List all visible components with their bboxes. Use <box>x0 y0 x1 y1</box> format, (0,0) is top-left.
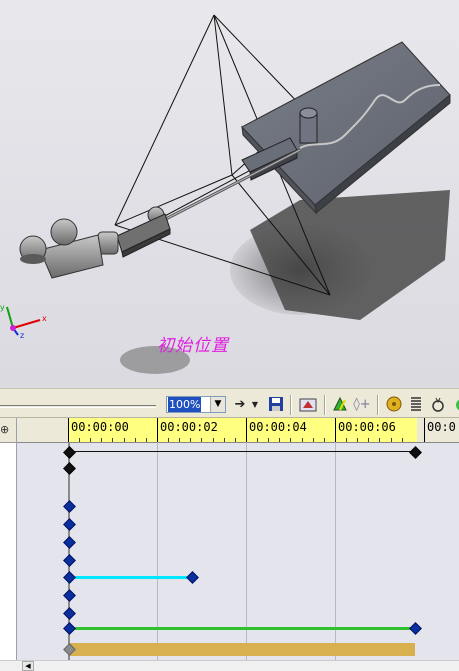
axis-label-z: z <box>20 331 24 340</box>
position-caption: 初始位置 <box>157 336 229 356</box>
arrow-right-icon[interactable]: ➔ <box>230 396 250 414</box>
scene-drawing: x y z <box>0 14 451 374</box>
ruler-label-2: 00:00:02 <box>160 420 218 434</box>
graphics-viewport[interactable]: x y z 初始位置 <box>0 0 459 388</box>
keyframe[interactable] <box>63 462 76 475</box>
motor-icon[interactable] <box>384 396 404 414</box>
tree-header: ⊕ <box>0 418 16 443</box>
keyframe[interactable] <box>63 554 76 567</box>
tree-column: ⊕ <box>0 418 17 660</box>
keyframe[interactable] <box>409 622 422 635</box>
zoom-value: 100% <box>168 397 202 412</box>
time-ruler[interactable]: 00:00:00 00:00:02 00:00:04 00:00:06 <box>68 418 417 443</box>
animation-wizard-icon[interactable] <box>298 396 318 414</box>
slider-track[interactable] <box>0 405 156 406</box>
ruler-label-8: 00:0 <box>427 420 456 434</box>
dropdown-arrow-icon[interactable]: ▼ <box>250 396 260 414</box>
camera-model <box>19 206 171 279</box>
zoom-select[interactable]: 100% ▼ <box>166 396 226 413</box>
contact-icon[interactable] <box>428 396 448 414</box>
animation-toolbar: 100% ▼ ➔ ▼ ◊+ <box>0 388 459 418</box>
autokey-icon[interactable] <box>330 396 350 414</box>
add-key-icon[interactable]: ◊+ <box>352 396 372 414</box>
ruler-label-4: 00:00:04 <box>249 420 307 434</box>
keyframe[interactable] <box>409 446 422 459</box>
track-bar-green[interactable] <box>70 627 415 630</box>
keyframe[interactable] <box>63 607 76 620</box>
track-bar-cyan[interactable] <box>70 576 192 579</box>
chevron-down-icon[interactable]: ▼ <box>210 397 225 412</box>
keyframe[interactable] <box>63 571 76 584</box>
keyframe[interactable] <box>63 536 76 549</box>
keyframe[interactable] <box>186 571 199 584</box>
track-bar-gold[interactable] <box>70 643 415 656</box>
keyframe[interactable] <box>63 446 76 459</box>
keyframe[interactable] <box>63 518 76 531</box>
horizontal-scrollbar[interactable]: ◀ <box>0 660 459 671</box>
axis-label-x: x <box>42 314 47 323</box>
keyframe[interactable] <box>63 500 76 513</box>
spring-icon[interactable] <box>406 396 426 414</box>
ruler-label-6: 00:00:06 <box>338 420 396 434</box>
keyframe[interactable] <box>63 589 76 602</box>
motion-timeline[interactable]: ⊕ 00:00:00 00:00:02 00:00:04 00:00:06 00… <box>0 418 459 660</box>
save-icon[interactable] <box>266 396 286 414</box>
platform-plate <box>241 41 451 215</box>
coordinate-triad: x y z <box>0 303 47 340</box>
keyframe[interactable] <box>63 622 76 635</box>
ruler-label-0: 00:00:00 <box>71 420 129 434</box>
gravity-icon[interactable] <box>450 396 459 414</box>
track-bar-black[interactable] <box>70 451 415 452</box>
axis-label-y: y <box>0 303 5 312</box>
